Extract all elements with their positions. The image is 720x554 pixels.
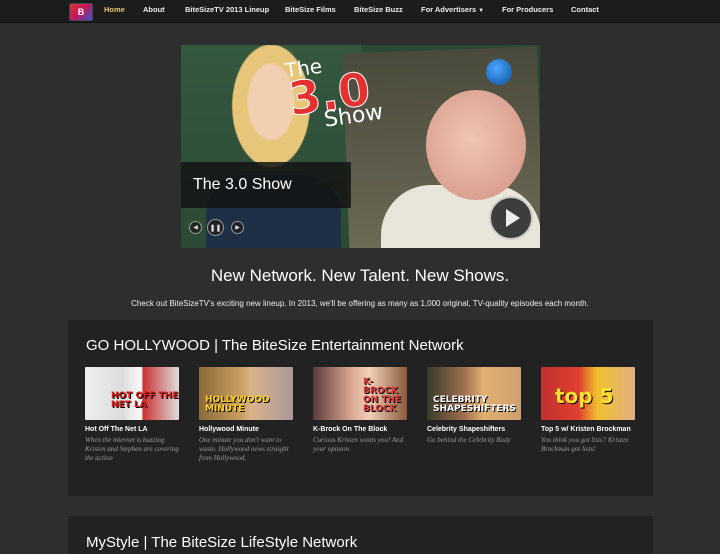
show-thumbnail[interactable]: top 5 — [541, 367, 635, 420]
slide-caption-text: The 3.0 Show — [193, 176, 292, 193]
show-title[interactable]: K-Brock On The Block — [313, 426, 407, 433]
show-thumbnail[interactable]: HOLLYWOOD MINUTE — [199, 367, 293, 420]
show-card[interactable]: HOT OFF THE NET LA Hot Off The Net LA Wh… — [85, 367, 179, 463]
show-title[interactable]: Celebrity Shapeshifters — [427, 426, 521, 433]
chevron-down-icon: ▼ — [478, 8, 485, 14]
intro-text: Check out BiteSizeTV's exciting new line… — [131, 299, 589, 308]
slide-caption[interactable]: The 3.0 Show — [181, 162, 351, 208]
thumbnail-text: CELEBRITY SHAPESHIFTERS — [433, 395, 516, 414]
nav-contact[interactable]: Contact — [571, 5, 599, 14]
show-thumbnail[interactable]: HOT OFF THE NET LA — [85, 367, 179, 420]
nav-lineup[interactable]: BiteSizeTV 2013 Lineup — [185, 5, 269, 14]
show-title[interactable]: Hollywood Minute — [199, 426, 293, 433]
show-card[interactable]: K-BROCK ON THE BLOCK K-Brock On The Bloc… — [313, 367, 407, 454]
show-card[interactable]: HOLLYWOOD MINUTE Hollywood Minute One mi… — [199, 367, 293, 463]
nav-films[interactable]: BiteSize Films — [285, 5, 336, 14]
thumbnail-text: K-BROCK ON THE BLOCK — [363, 377, 402, 414]
tagline: New Network. New Talent. New Shows. — [210, 266, 510, 285]
thumbnail-text: top 5 — [555, 384, 614, 408]
next-slide-icon[interactable]: ▶ — [231, 221, 244, 234]
show-title[interactable]: Hot Off The Net LA — [85, 426, 179, 433]
site-logo[interactable]: B — [69, 3, 93, 21]
show-description: Curious Kristen wants you! And your opin… — [313, 436, 404, 453]
show-description: One minute you don't want to waste. Holl… — [199, 436, 289, 462]
show-description: Go behind the Celebrity Body — [427, 436, 511, 444]
show-description: You think you got lists? Kristen Brockma… — [541, 436, 629, 453]
top-nav: B Home About BiteSizeTV 2013 Lineup Bite… — [0, 0, 720, 23]
prev-slide-icon[interactable]: ◀ — [189, 221, 202, 234]
network-section-mystyle: MyStyle | The BiteSize LifeStyle Network — [68, 516, 653, 554]
show-card[interactable]: top 5 Top 5 w/ Kristen Brockman You thin… — [541, 367, 635, 454]
nav-about[interactable]: About — [143, 5, 165, 14]
hero-slider[interactable]: The 3.0 Show The 3.0 Show ◀ ❚❚ ▶ — [181, 45, 540, 248]
nav-producers[interactable]: For Producers — [502, 5, 553, 14]
pause-icon[interactable]: ❚❚ — [207, 219, 224, 236]
show-logo: The 3.0 Show — [275, 45, 384, 150]
section-title: MyStyle | The BiteSize LifeStyle Network — [86, 534, 358, 551]
network-section-hollywood: GO HOLLYWOOD | The BiteSize Entertainmen… — [68, 320, 653, 496]
show-title[interactable]: Top 5 w/ Kristen Brockman — [541, 426, 635, 433]
nav-advertisers-label: For Advertisers — [421, 5, 477, 14]
play-icon[interactable] — [489, 196, 533, 240]
thumbnail-text: HOLLYWOOD MINUTE — [205, 395, 270, 414]
nav-home[interactable]: Home — [104, 5, 125, 14]
nav-buzz[interactable]: BiteSize Buzz — [354, 5, 403, 14]
show-thumbnail[interactable]: K-BROCK ON THE BLOCK — [313, 367, 407, 420]
thumbnail-text: HOT OFF THE NET LA — [111, 391, 179, 410]
show-thumbnail[interactable]: CELEBRITY SHAPESHIFTERS — [427, 367, 521, 420]
nav-advertisers[interactable]: For Advertisers ▼ — [421, 5, 484, 14]
pushpin-icon — [486, 59, 512, 85]
show-description: When the internet is buzzing Kristen and… — [85, 436, 179, 462]
section-title: GO HOLLYWOOD | The BiteSize Entertainmen… — [86, 337, 464, 354]
hero-baby-head — [426, 90, 526, 200]
show-card[interactable]: CELEBRITY SHAPESHIFTERS Celebrity Shapes… — [427, 367, 521, 445]
